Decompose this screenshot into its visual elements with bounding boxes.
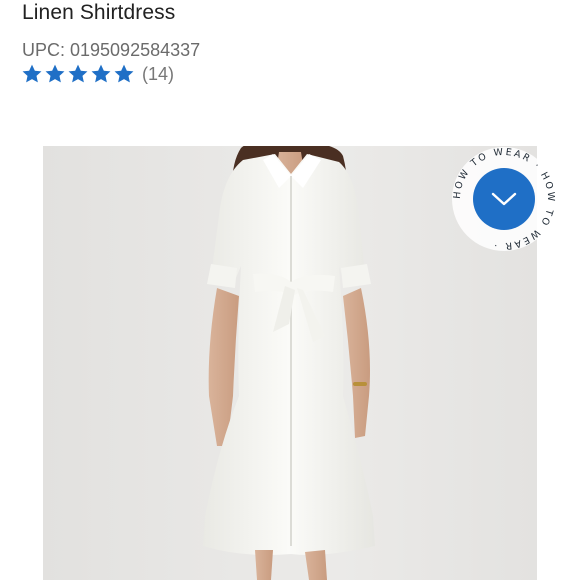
chevron-down-icon bbox=[491, 192, 517, 206]
review-count[interactable]: (14) bbox=[142, 64, 174, 85]
star-icon bbox=[67, 63, 89, 85]
how-to-wear-button[interactable] bbox=[473, 168, 535, 230]
how-to-wear-badge[interactable]: HOW TO WEAR · HOW TO WEAR · bbox=[451, 146, 557, 252]
product-title: Linen Shirtdress bbox=[22, 1, 176, 24]
star-rating bbox=[21, 63, 136, 85]
product-upc: UPC: 0195092584337 bbox=[22, 40, 201, 60]
star-icon bbox=[44, 63, 66, 85]
rating-row[interactable]: (14) bbox=[21, 63, 174, 85]
star-icon bbox=[113, 63, 135, 85]
star-icon bbox=[21, 63, 43, 85]
star-icon bbox=[90, 63, 112, 85]
